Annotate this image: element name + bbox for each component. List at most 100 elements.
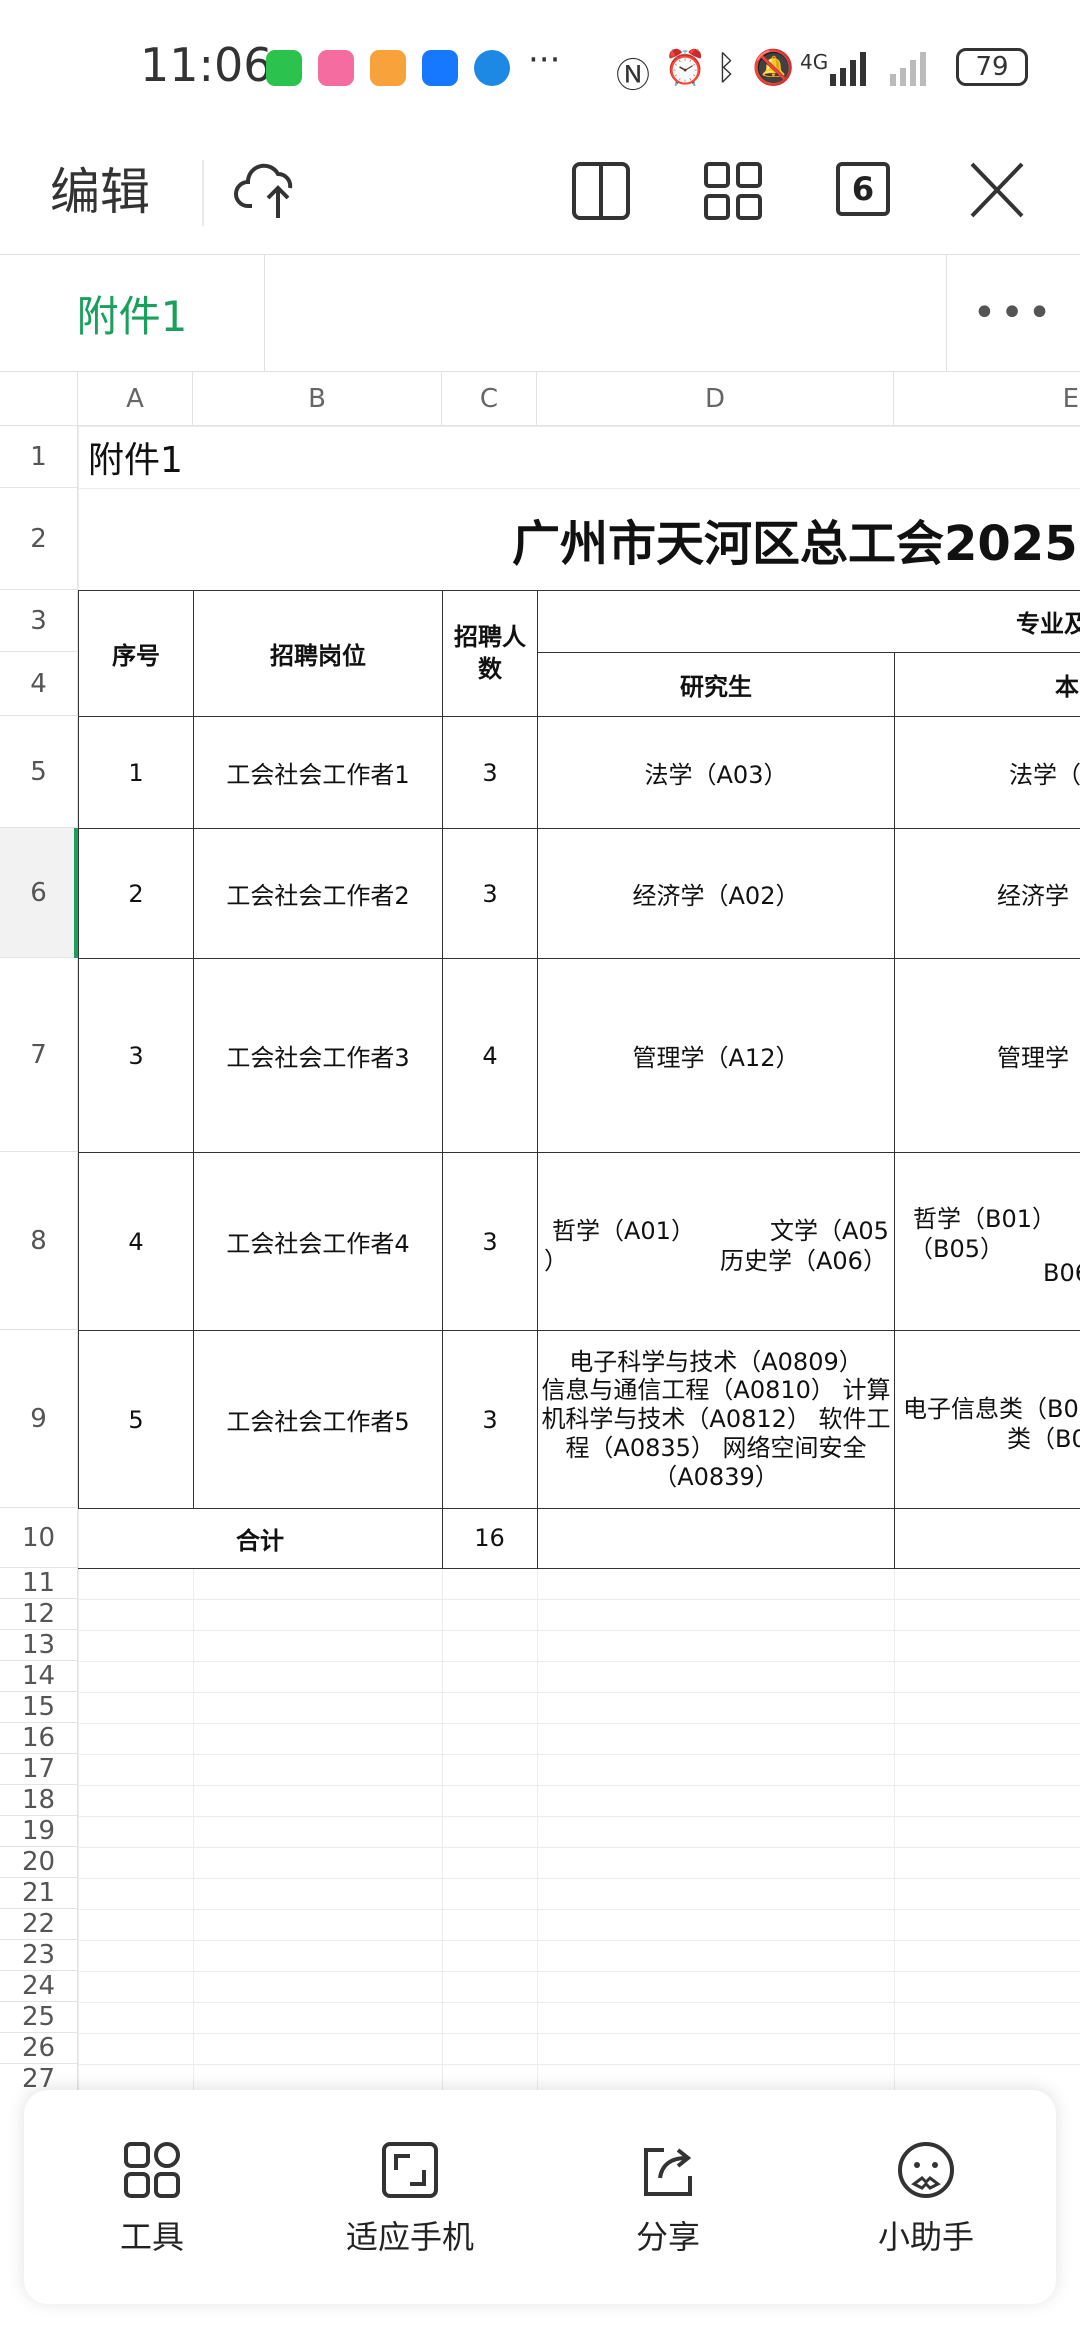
row-header[interactable]: 16 xyxy=(0,1723,78,1754)
column-header-c[interactable]: C xyxy=(442,372,537,426)
cell-e7[interactable]: 管理学 xyxy=(894,958,1080,1153)
row-header[interactable]: 11 xyxy=(0,1568,78,1599)
row-header[interactable]: 2 xyxy=(0,488,78,590)
gridline xyxy=(894,1568,895,2092)
cell-b9[interactable]: 工会社会工作者5 xyxy=(193,1330,443,1509)
header-major[interactable]: 专业及 xyxy=(537,590,1080,653)
row-header[interactable]: 23 xyxy=(0,1940,78,1971)
cell-d5[interactable]: 法学（A03） xyxy=(537,716,895,829)
row-header[interactable]: 9 xyxy=(0,1330,78,1508)
cell-e6[interactable]: 经济学 xyxy=(894,828,1080,959)
fit-phone-button[interactable]: 适应手机 xyxy=(310,2140,510,2258)
cell-c5[interactable]: 3 xyxy=(442,716,538,829)
row-header[interactable]: 15 xyxy=(0,1692,78,1723)
row-header[interactable]: 18 xyxy=(0,1785,78,1816)
sheet-title-cell[interactable]: 广州市天河区总工会2025 xyxy=(78,488,1080,590)
cell-d8-line: 哲学（A01） xyxy=(552,1217,695,1245)
row-header[interactable]: 13 xyxy=(0,1630,78,1661)
row-header[interactable]: 24 xyxy=(0,1971,78,2002)
row-header[interactable]: 14 xyxy=(0,1661,78,1692)
cell-b5[interactable]: 工会社会工作者1 xyxy=(193,716,443,829)
assistant-label: 小助手 xyxy=(877,2218,974,2256)
spreadsheet-grid[interactable]: A B C D E 1 2 3 4 5 6 7 8 9 10 11 12 13 … xyxy=(0,372,1080,2092)
row-header[interactable]: 22 xyxy=(0,1909,78,1940)
header-count[interactable]: 招聘人数 xyxy=(442,590,538,717)
row-header[interactable]: 17 xyxy=(0,1754,78,1785)
gridline xyxy=(78,1661,1080,1662)
row-header[interactable]: 20 xyxy=(0,1847,78,1878)
row-header[interactable]: 3 xyxy=(0,590,78,652)
total-value[interactable]: 16 xyxy=(442,1508,538,1569)
header-seq[interactable]: 序号 xyxy=(78,590,194,717)
close-icon[interactable] xyxy=(962,150,1032,230)
cloud-upload-icon[interactable] xyxy=(234,150,304,230)
assistant-button[interactable]: 小助手 xyxy=(826,2140,1026,2258)
assistant-app-icon xyxy=(474,50,510,86)
cell-d8[interactable]: 哲学（A01） 文学（A05 ） 历史学（A06） xyxy=(537,1152,895,1331)
cell-e8-line: （B05） xyxy=(909,1235,1005,1263)
tools-button[interactable]: 工具 xyxy=(52,2140,252,2258)
cell-e10[interactable] xyxy=(894,1508,1080,1569)
share-button[interactable]: 分享 xyxy=(568,2140,768,2258)
cell-d9[interactable]: 电子科学与技术（A0809） 信息与通信工程（A0810） 计算 机科学与技术（… xyxy=(537,1330,895,1509)
header-post[interactable]: 招聘岗位 xyxy=(193,590,443,717)
signal-icon xyxy=(830,52,926,86)
column-header-e[interactable]: E xyxy=(894,372,1080,426)
cell-b8[interactable]: 工会社会工作者4 xyxy=(193,1152,443,1331)
column-header-b[interactable]: B xyxy=(193,372,442,426)
edit-button[interactable]: 编辑 xyxy=(50,152,150,224)
mute-icon: 🔕 xyxy=(752,48,795,88)
cell-a8[interactable]: 4 xyxy=(78,1152,194,1331)
gridline xyxy=(78,1599,1080,1600)
row-header[interactable]: 27 xyxy=(0,2064,78,2092)
more-options-icon[interactable]: ••• xyxy=(946,255,1080,371)
cell-e9[interactable]: 电子信息类（B08 类（B0 xyxy=(894,1330,1080,1509)
row-header[interactable]: 4 xyxy=(0,652,78,716)
cell-a7[interactable]: 3 xyxy=(78,958,194,1153)
split-view-icon[interactable] xyxy=(566,150,636,230)
cell-d8-line: 历史学（A06） xyxy=(720,1247,887,1275)
battery-indicator: 79 xyxy=(956,48,1028,86)
row-header[interactable]: 7 xyxy=(0,958,78,1152)
gridline xyxy=(78,2033,1080,2034)
row-header-selected[interactable]: 6 xyxy=(0,828,78,958)
cell-d6[interactable]: 经济学（A02） xyxy=(537,828,895,959)
cell-b7[interactable]: 工会社会工作者3 xyxy=(193,958,443,1153)
row-header[interactable]: 5 xyxy=(0,716,78,828)
cell-c7[interactable]: 4 xyxy=(442,958,538,1153)
cell-c6[interactable]: 3 xyxy=(442,828,538,959)
cell-a6[interactable]: 2 xyxy=(78,828,194,959)
column-header-d[interactable]: D xyxy=(537,372,894,426)
cell-a5[interactable]: 1 xyxy=(78,716,194,829)
row-header[interactable]: 25 xyxy=(0,2002,78,2033)
row-header[interactable]: 19 xyxy=(0,1816,78,1847)
row-header[interactable]: 10 xyxy=(0,1508,78,1568)
cell-c8[interactable]: 3 xyxy=(442,1152,538,1331)
share-label: 分享 xyxy=(635,2218,700,2256)
cell-a1[interactable]: 附件1 xyxy=(78,426,208,488)
grid-view-icon[interactable] xyxy=(698,150,768,230)
cell-d10[interactable] xyxy=(537,1508,895,1569)
total-label[interactable]: 合计 xyxy=(78,1508,443,1569)
cell-e8[interactable]: 哲学（B01） （B05） B06 xyxy=(894,1152,1080,1331)
tab-count-button[interactable]: 6 xyxy=(836,162,890,216)
more-notifications-icon: ··· xyxy=(528,40,561,80)
cell-b6[interactable]: 工会社会工作者2 xyxy=(193,828,443,959)
row-header[interactable]: 21 xyxy=(0,1878,78,1909)
row-header[interactable]: 26 xyxy=(0,2033,78,2064)
cell-a9[interactable]: 5 xyxy=(78,1330,194,1509)
sheet-tab-active[interactable]: 附件1 xyxy=(0,255,265,371)
column-header-a[interactable]: A xyxy=(78,372,193,426)
cell-c9[interactable]: 3 xyxy=(442,1330,538,1509)
row-header[interactable]: 8 xyxy=(0,1152,78,1330)
gridline xyxy=(78,1754,1080,1755)
top-toolbar xyxy=(0,140,1080,256)
cell-d7[interactable]: 管理学（A12） xyxy=(537,958,895,1153)
header-graduate[interactable]: 研究生 xyxy=(537,652,895,717)
bluetooth-icon: ᛒ xyxy=(716,48,737,88)
row-header[interactable]: 1 xyxy=(0,426,78,488)
row-header[interactable]: 12 xyxy=(0,1599,78,1630)
header-undergrad[interactable]: 本 xyxy=(894,652,1080,717)
corner-cell[interactable] xyxy=(0,372,78,426)
cell-e5[interactable]: 法学（ xyxy=(894,716,1080,829)
